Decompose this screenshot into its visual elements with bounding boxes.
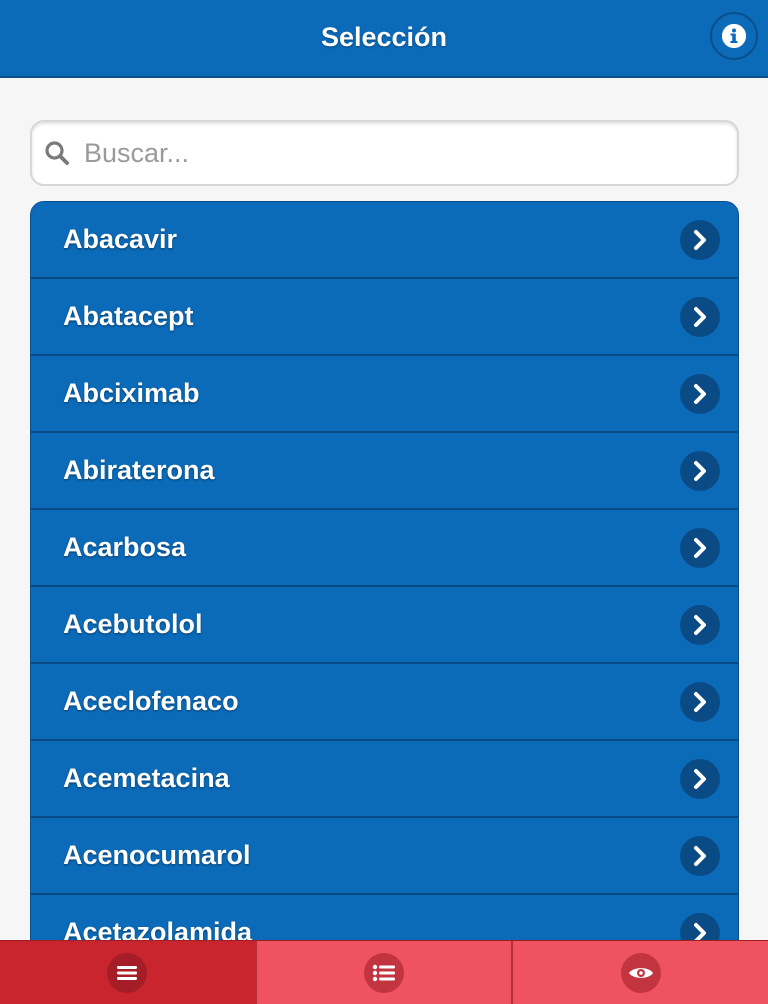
- drug-list: Abacavir Abatacept Abciximab Abiraterona Aca…: [30, 201, 739, 940]
- bottom-tab-bar: [0, 940, 768, 1004]
- list-item[interactable]: Acarbosa: [31, 510, 738, 587]
- list-item[interactable]: Abciximab: [31, 356, 738, 433]
- list-item-label: Abatacept: [63, 301, 194, 331]
- list-item[interactable]: Acenocumarol: [31, 818, 738, 895]
- list-item-label: Acarbosa: [63, 532, 187, 562]
- chevron-right-icon[interactable]: [680, 296, 720, 337]
- info-icon: [722, 24, 746, 48]
- chevron-right-icon[interactable]: [680, 527, 720, 568]
- list-item-label: Acetazolamida: [63, 917, 253, 940]
- list-item[interactable]: Acetazolamida: [31, 895, 738, 940]
- tab-menu[interactable]: [0, 941, 257, 1004]
- list-item[interactable]: Aceclofenaco: [31, 664, 738, 741]
- list-item-label: Abciximab: [63, 378, 200, 408]
- list-item-label: Acenocumarol: [63, 840, 251, 870]
- info-button[interactable]: [710, 12, 758, 60]
- list-item-label: Aceclofenaco: [63, 686, 239, 716]
- search-icon: [45, 141, 69, 165]
- chevron-right-icon[interactable]: [680, 681, 720, 722]
- list-item[interactable]: Abatacept: [31, 279, 738, 356]
- tab-eye[interactable]: [513, 941, 768, 1004]
- chevron-right-icon[interactable]: [680, 219, 720, 260]
- list-item[interactable]: Acemetacina: [31, 741, 738, 818]
- list-item-label: Acebutolol: [63, 609, 203, 639]
- chevron-right-icon[interactable]: [680, 450, 720, 491]
- search-box[interactable]: [30, 120, 739, 186]
- search-input[interactable]: [84, 137, 704, 169]
- list-icon: [364, 952, 404, 993]
- chevron-right-icon[interactable]: [680, 912, 720, 940]
- chevron-right-icon[interactable]: [680, 758, 720, 799]
- list-item-label: Acemetacina: [63, 763, 230, 793]
- main-content: Abacavir Abatacept Abciximab Abiraterona Aca…: [0, 78, 768, 940]
- chevron-right-icon[interactable]: [680, 373, 720, 414]
- list-item[interactable]: Acebutolol: [31, 587, 738, 664]
- header-bar: Selección: [0, 0, 768, 78]
- chevron-right-icon[interactable]: [680, 604, 720, 645]
- page-title: Selección: [320, 21, 448, 52]
- list-item[interactable]: Abiraterona: [31, 433, 738, 510]
- menu-icon: [107, 952, 148, 993]
- chevron-right-icon[interactable]: [680, 835, 720, 876]
- eye-icon: [620, 952, 661, 993]
- list-item[interactable]: Abacavir: [31, 202, 738, 279]
- list-item-label: Abiraterona: [63, 455, 215, 485]
- tab-list[interactable]: [256, 941, 514, 1004]
- list-item-label: Abacavir: [63, 224, 178, 254]
